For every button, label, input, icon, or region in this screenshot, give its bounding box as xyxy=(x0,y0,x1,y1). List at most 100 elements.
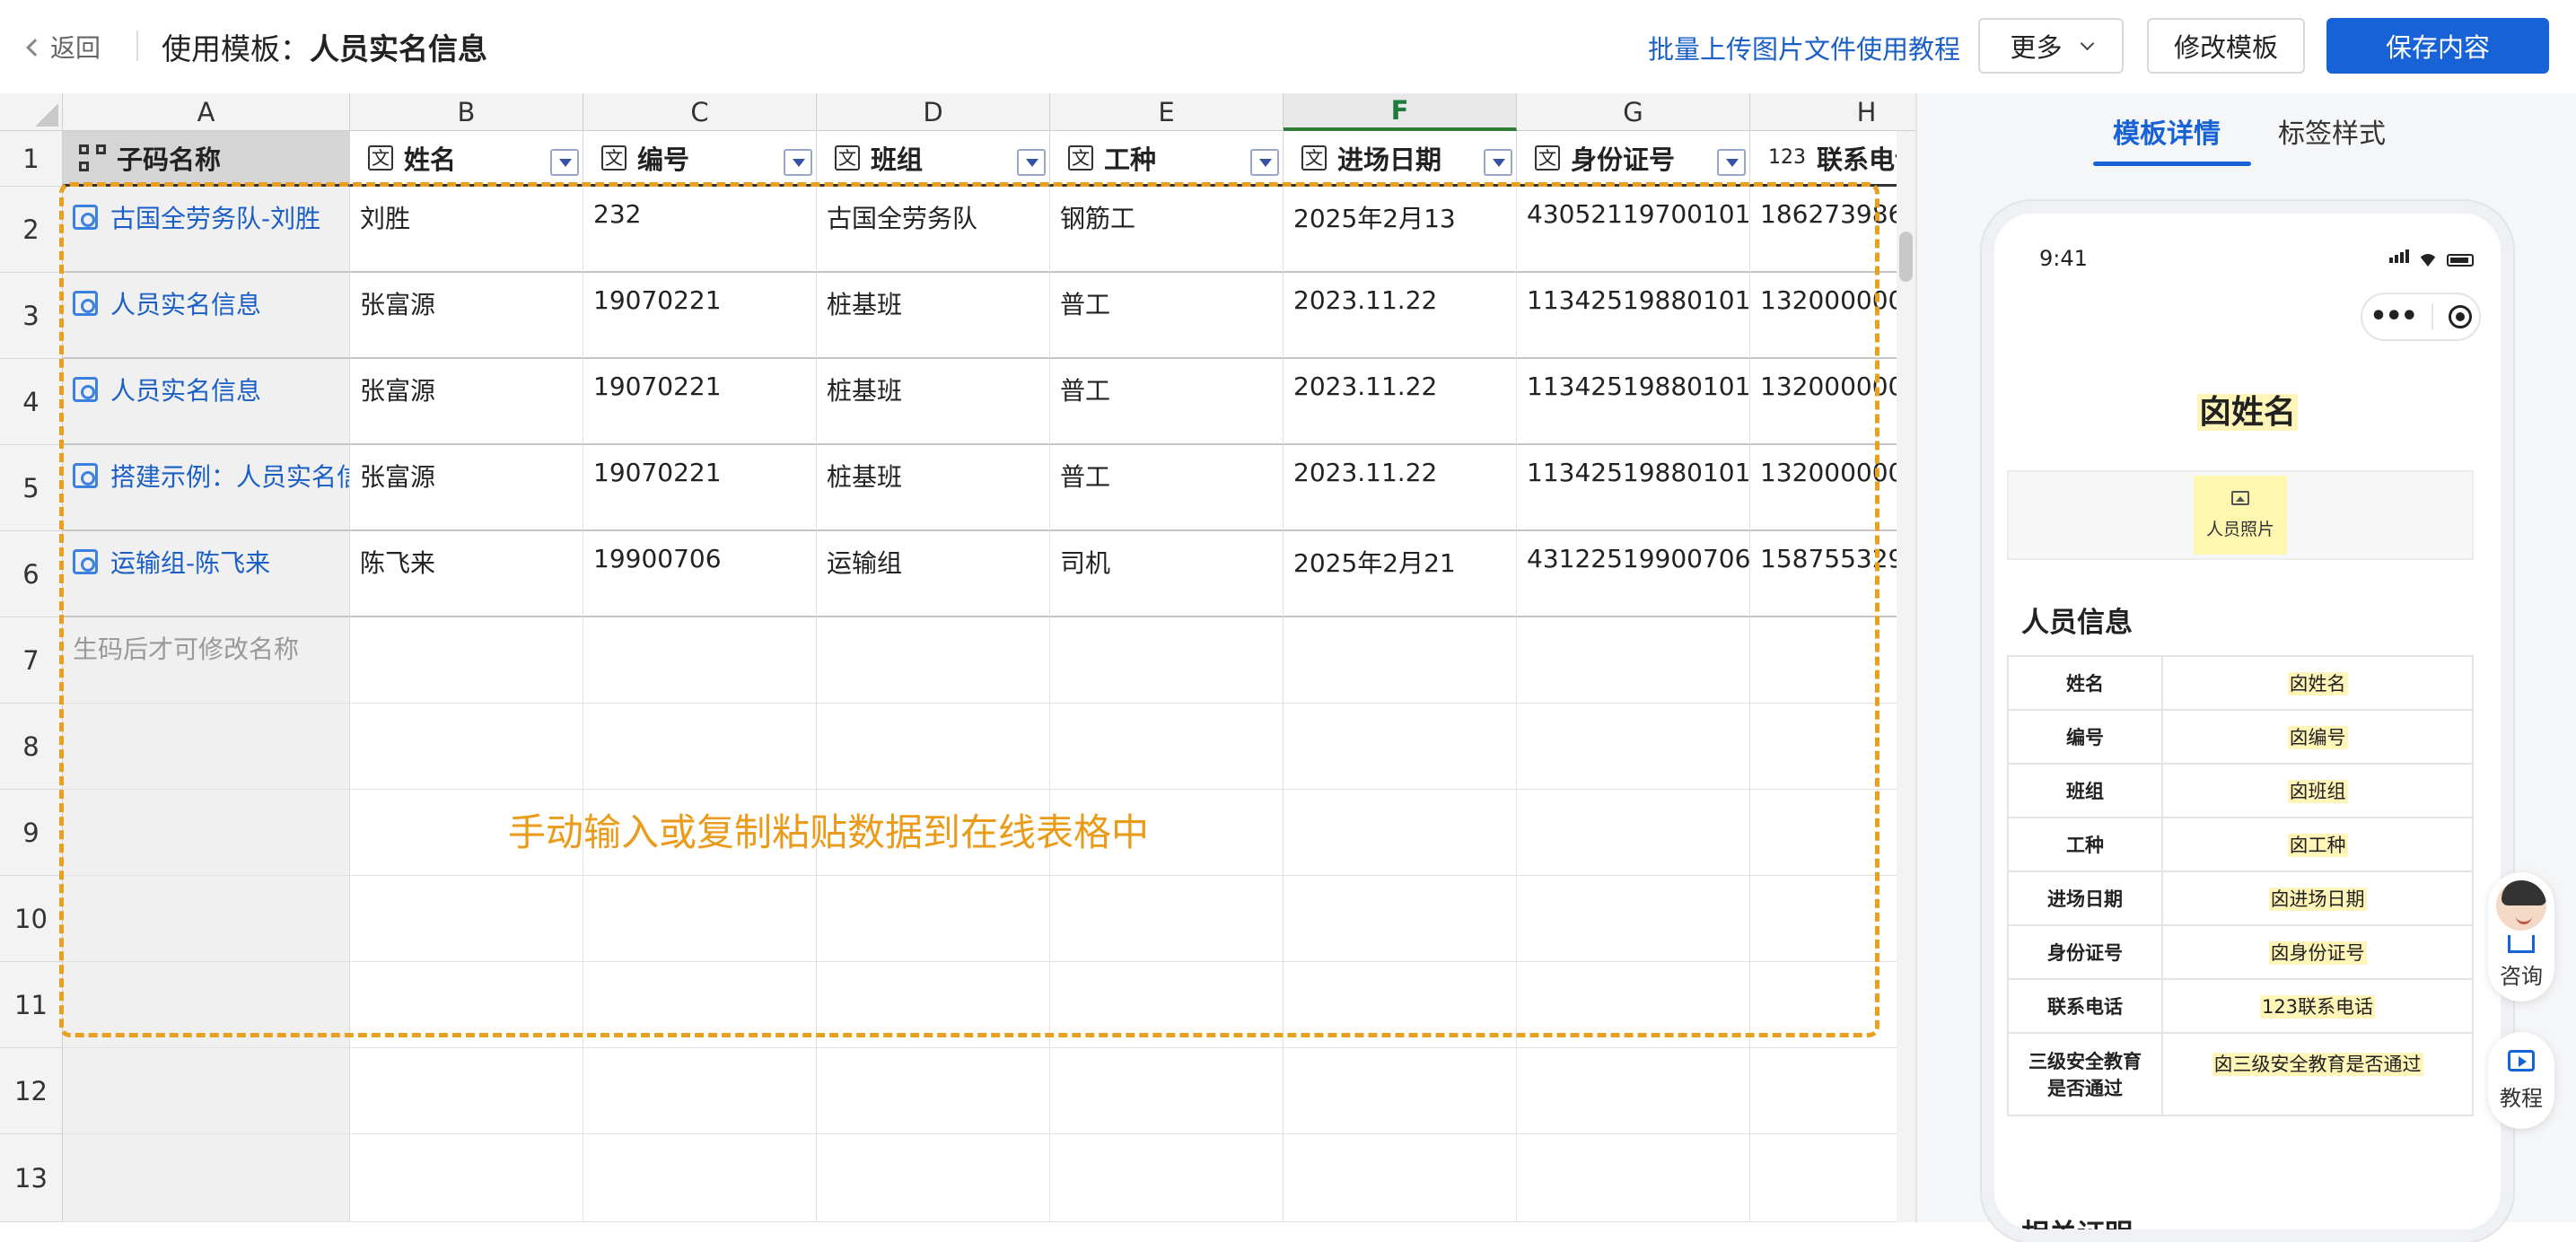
empty-cell[interactable] xyxy=(1517,617,1750,704)
more-button[interactable]: 更多 xyxy=(1978,18,2124,74)
column-header-f[interactable]: F xyxy=(1284,93,1517,131)
table-cell[interactable]: 430521197001019 xyxy=(1517,187,1750,273)
empty-cell[interactable]: 生码后才可修改名称 xyxy=(63,617,350,704)
column-header-c[interactable]: C xyxy=(583,93,817,131)
filter-dropdown-icon[interactable] xyxy=(550,149,579,176)
empty-cell[interactable] xyxy=(63,790,350,876)
table-cell[interactable]: 运输组 xyxy=(817,531,1050,617)
table-cell[interactable]: 2025年2月21 xyxy=(1284,531,1517,617)
empty-cell[interactable] xyxy=(583,1134,817,1222)
table-cell[interactable]: 桩基班 xyxy=(817,445,1050,531)
empty-cell[interactable] xyxy=(1517,790,1750,876)
empty-cell[interactable] xyxy=(63,704,350,790)
column-header-a[interactable]: A xyxy=(63,93,350,131)
table-cell[interactable]: 陈飞来 xyxy=(350,531,583,617)
subcode-link[interactable]: 搭建示例：人员实名信息 xyxy=(73,458,349,494)
empty-cell[interactable] xyxy=(1050,876,1284,962)
table-cell[interactable]: 张富源 xyxy=(350,273,583,359)
row-header-4[interactable]: 4 xyxy=(0,359,63,445)
column-header-d[interactable]: D xyxy=(817,93,1050,131)
table-cell[interactable]: 113425198801010 xyxy=(1517,359,1750,445)
table-cell[interactable]: 113425198801010 xyxy=(1517,445,1750,531)
column-header-b[interactable]: B xyxy=(350,93,583,131)
row-header-5[interactable]: 5 xyxy=(0,445,63,531)
table-cell[interactable]: 桩基班 xyxy=(817,273,1050,359)
empty-cell[interactable] xyxy=(817,617,1050,704)
table-cell[interactable]: 19900706 xyxy=(583,531,817,617)
empty-cell[interactable] xyxy=(1750,962,1915,1048)
table-cell[interactable]: 古国全劳务队 xyxy=(817,187,1050,273)
table-cell[interactable]: 普工 xyxy=(1050,273,1284,359)
empty-cell[interactable] xyxy=(817,704,1050,790)
filter-dropdown-icon[interactable] xyxy=(1484,149,1512,176)
empty-cell[interactable] xyxy=(583,1048,817,1134)
table-cell[interactable]: 113425198801010 xyxy=(1517,273,1750,359)
empty-cell[interactable] xyxy=(583,704,817,790)
field-header-cell[interactable]: 文身份证号 xyxy=(1517,131,1750,187)
row-header-3[interactable]: 3 xyxy=(0,273,63,359)
empty-cell[interactable] xyxy=(1050,617,1284,704)
table-cell[interactable]: 2025年2月13 xyxy=(1284,187,1517,273)
table-cell[interactable]: 13200000000 xyxy=(1750,445,1915,531)
empty-cell[interactable] xyxy=(1750,704,1915,790)
row-header-13[interactable]: 13 xyxy=(0,1134,63,1222)
empty-cell[interactable] xyxy=(817,962,1050,1048)
empty-cell[interactable] xyxy=(1284,962,1517,1048)
empty-cell[interactable] xyxy=(817,876,1050,962)
table-cell[interactable]: 张富源 xyxy=(350,359,583,445)
subcode-name-cell[interactable]: 人员实名信息 xyxy=(63,273,350,359)
vertical-scrollbar[interactable] xyxy=(1897,131,1915,1222)
empty-cell[interactable] xyxy=(1284,1134,1517,1222)
empty-cell[interactable] xyxy=(817,1048,1050,1134)
tutorial-button[interactable]: 教程 xyxy=(2488,1032,2554,1129)
consult-button[interactable]: 咨询 xyxy=(2488,872,2554,1001)
field-header-cell[interactable]: 文班组 xyxy=(817,131,1050,187)
row-header-7[interactable]: 7 xyxy=(0,617,63,704)
empty-cell[interactable] xyxy=(350,617,583,704)
table-cell[interactable]: 431225199007060 xyxy=(1517,531,1750,617)
scrollbar-thumb[interactable] xyxy=(1899,232,1913,282)
field-header-cell[interactable]: 123 联系电话 xyxy=(1750,131,1915,187)
table-cell[interactable]: 18627398694 xyxy=(1750,187,1915,273)
empty-cell[interactable] xyxy=(63,962,350,1048)
field-header-cell[interactable]: 文编号 xyxy=(583,131,817,187)
table-cell[interactable]: 13200000000 xyxy=(1750,359,1915,445)
empty-cell[interactable] xyxy=(1750,1134,1915,1222)
column-header-g[interactable]: G xyxy=(1517,93,1750,131)
empty-cell[interactable] xyxy=(350,1134,583,1222)
empty-cell[interactable] xyxy=(1284,1048,1517,1134)
table-cell[interactable]: 2023.11.22 xyxy=(1284,273,1517,359)
subcode-link[interactable]: 人员实名信息 xyxy=(73,285,339,321)
empty-cell[interactable] xyxy=(63,1048,350,1134)
empty-cell[interactable] xyxy=(1750,617,1915,704)
subcode-name-cell[interactable]: 搭建示例：人员实名信息 xyxy=(63,445,350,531)
filter-dropdown-icon[interactable] xyxy=(784,149,812,176)
column-header-h[interactable]: H xyxy=(1750,93,1915,131)
subcode-link[interactable]: 人员实名信息 xyxy=(73,372,339,407)
table-cell[interactable]: 司机 xyxy=(1050,531,1284,617)
table-cell[interactable]: 钢筋工 xyxy=(1050,187,1284,273)
tab-label-style[interactable]: 标签样式 xyxy=(2278,111,2386,151)
empty-cell[interactable] xyxy=(1517,704,1750,790)
empty-cell[interactable] xyxy=(583,876,817,962)
empty-cell[interactable] xyxy=(583,962,817,1048)
empty-cell[interactable] xyxy=(63,876,350,962)
row-header-6[interactable]: 6 xyxy=(0,531,63,617)
empty-cell[interactable] xyxy=(1284,876,1517,962)
table-cell[interactable]: 13200000000 xyxy=(1750,273,1915,359)
upload-tutorial-link[interactable]: 批量上传图片文件使用教程 xyxy=(1648,29,1960,66)
empty-cell[interactable] xyxy=(817,1134,1050,1222)
subcode-link[interactable]: 古国全劳务队-刘胜 xyxy=(73,199,339,235)
empty-cell[interactable] xyxy=(1517,962,1750,1048)
table-cell[interactable]: 普工 xyxy=(1050,445,1284,531)
row-header-11[interactable]: 11 xyxy=(0,962,63,1048)
empty-cell[interactable] xyxy=(1050,1048,1284,1134)
empty-cell[interactable] xyxy=(350,962,583,1048)
field-header-cell[interactable]: 文进场日期 xyxy=(1284,131,1517,187)
table-cell[interactable]: 2023.11.22 xyxy=(1284,359,1517,445)
spreadsheet[interactable]: A B C D E F G H 1 2 3 4 5 6 7 8 9 10 11 12 13 子码名称文姓名文编号文班组文工… xyxy=(0,93,1915,1222)
table-cell[interactable]: 桩基班 xyxy=(817,359,1050,445)
empty-cell[interactable] xyxy=(350,876,583,962)
empty-cell[interactable] xyxy=(1284,790,1517,876)
empty-cell[interactable] xyxy=(350,704,583,790)
